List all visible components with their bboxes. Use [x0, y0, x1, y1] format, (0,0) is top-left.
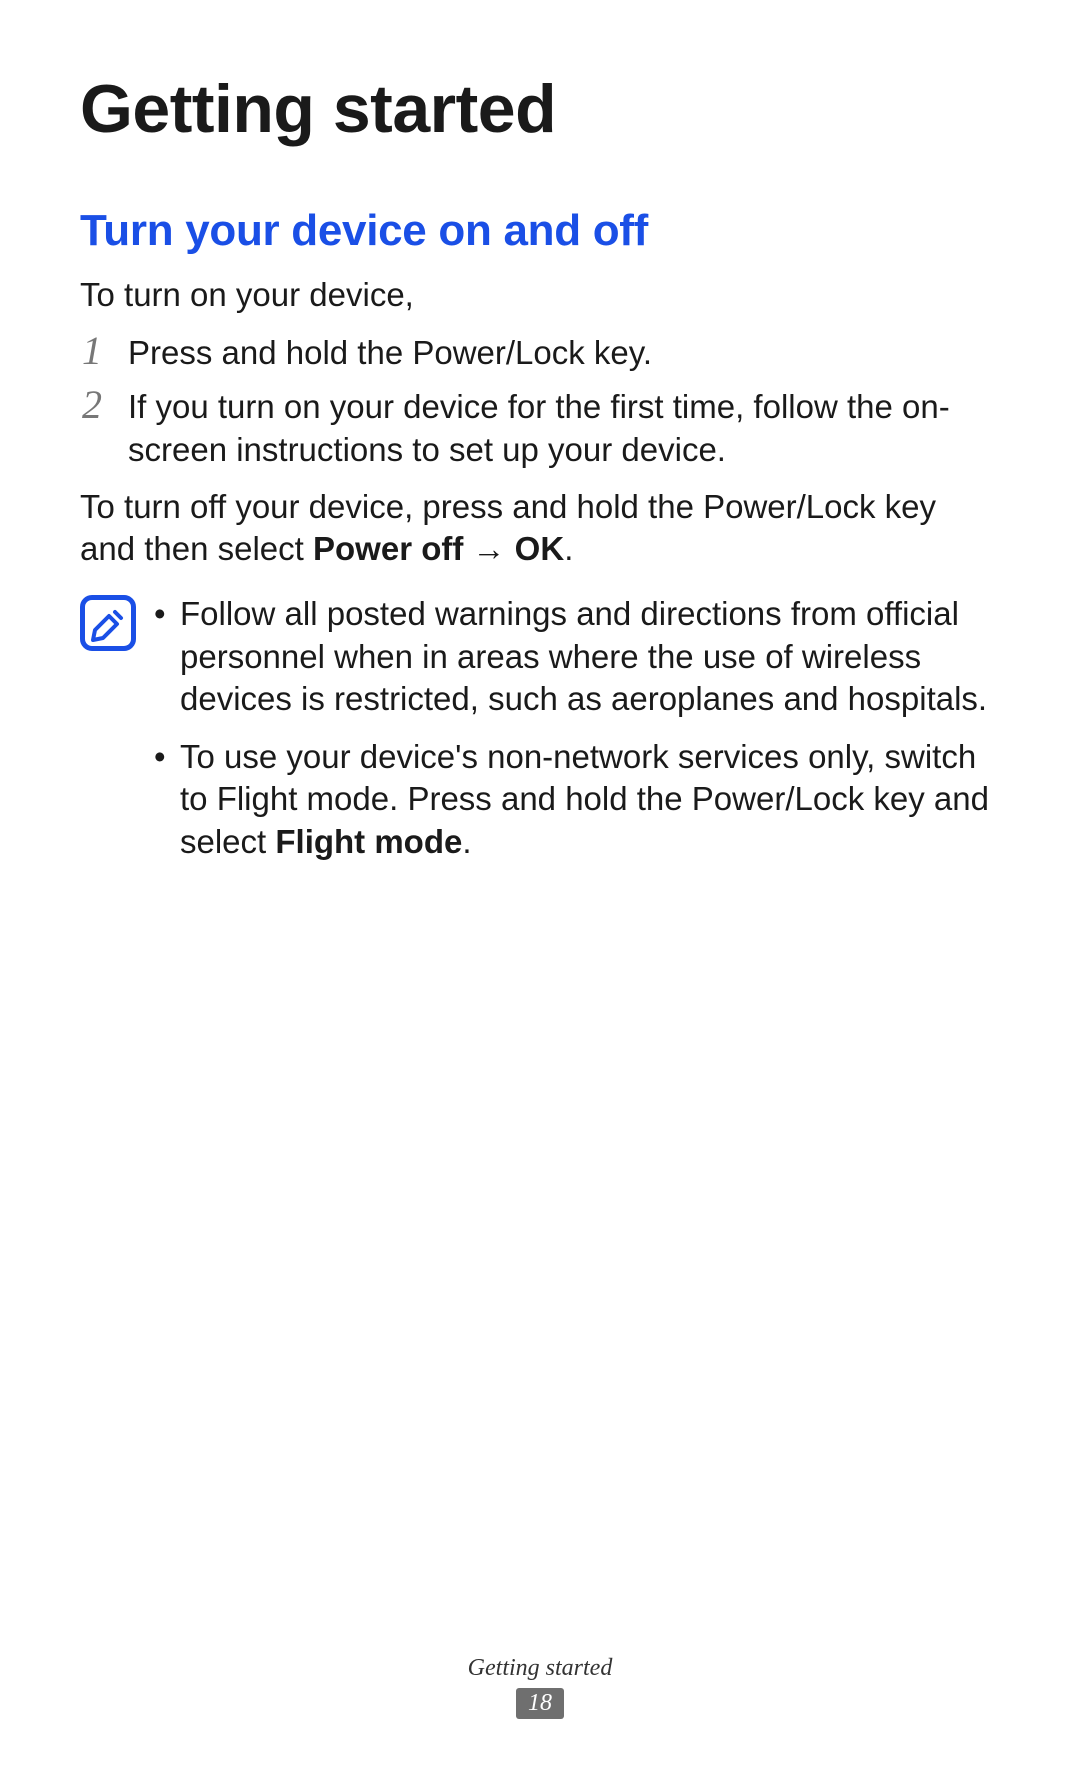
- note-text: Follow all posted warnings and direction…: [180, 595, 987, 716]
- step-number: 2: [80, 385, 128, 425]
- turn-off-bold: Power off → OK: [313, 530, 564, 567]
- chapter-title: Getting started: [80, 70, 1000, 148]
- note-bullet-list: Follow all posted warnings and direction…: [150, 593, 1000, 878]
- manual-page: Getting started Turn your device on and …: [0, 0, 1080, 1771]
- note-icon: [80, 595, 136, 651]
- note-suffix: .: [462, 823, 471, 860]
- step-number: 1: [80, 331, 128, 371]
- step-text: If you turn on your device for the first…: [128, 386, 1000, 472]
- page-footer: Getting started 18: [0, 1655, 1080, 1719]
- note-icon-wrap: [80, 593, 150, 651]
- note-bullet: To use your device's non-network service…: [150, 736, 1000, 863]
- turn-off-paragraph: To turn off your device, press and hold …: [80, 486, 1000, 572]
- page-number: 18: [516, 1688, 564, 1719]
- note-bullet: Follow all posted warnings and direction…: [150, 593, 1000, 720]
- section-title: Turn your device on and off: [80, 206, 1000, 256]
- footer-section-label: Getting started: [0, 1655, 1080, 1682]
- note-bold: Flight mode: [275, 823, 462, 860]
- step-item: 2 If you turn on your device for the fir…: [80, 385, 1000, 472]
- note-block: Follow all posted warnings and direction…: [80, 593, 1000, 878]
- step-list: 1 Press and hold the Power/Lock key. 2 I…: [80, 331, 1000, 472]
- turn-off-suffix: .: [564, 530, 573, 567]
- intro-text: To turn on your device,: [80, 274, 1000, 317]
- step-text: Press and hold the Power/Lock key.: [128, 332, 1000, 375]
- step-item: 1 Press and hold the Power/Lock key.: [80, 331, 1000, 375]
